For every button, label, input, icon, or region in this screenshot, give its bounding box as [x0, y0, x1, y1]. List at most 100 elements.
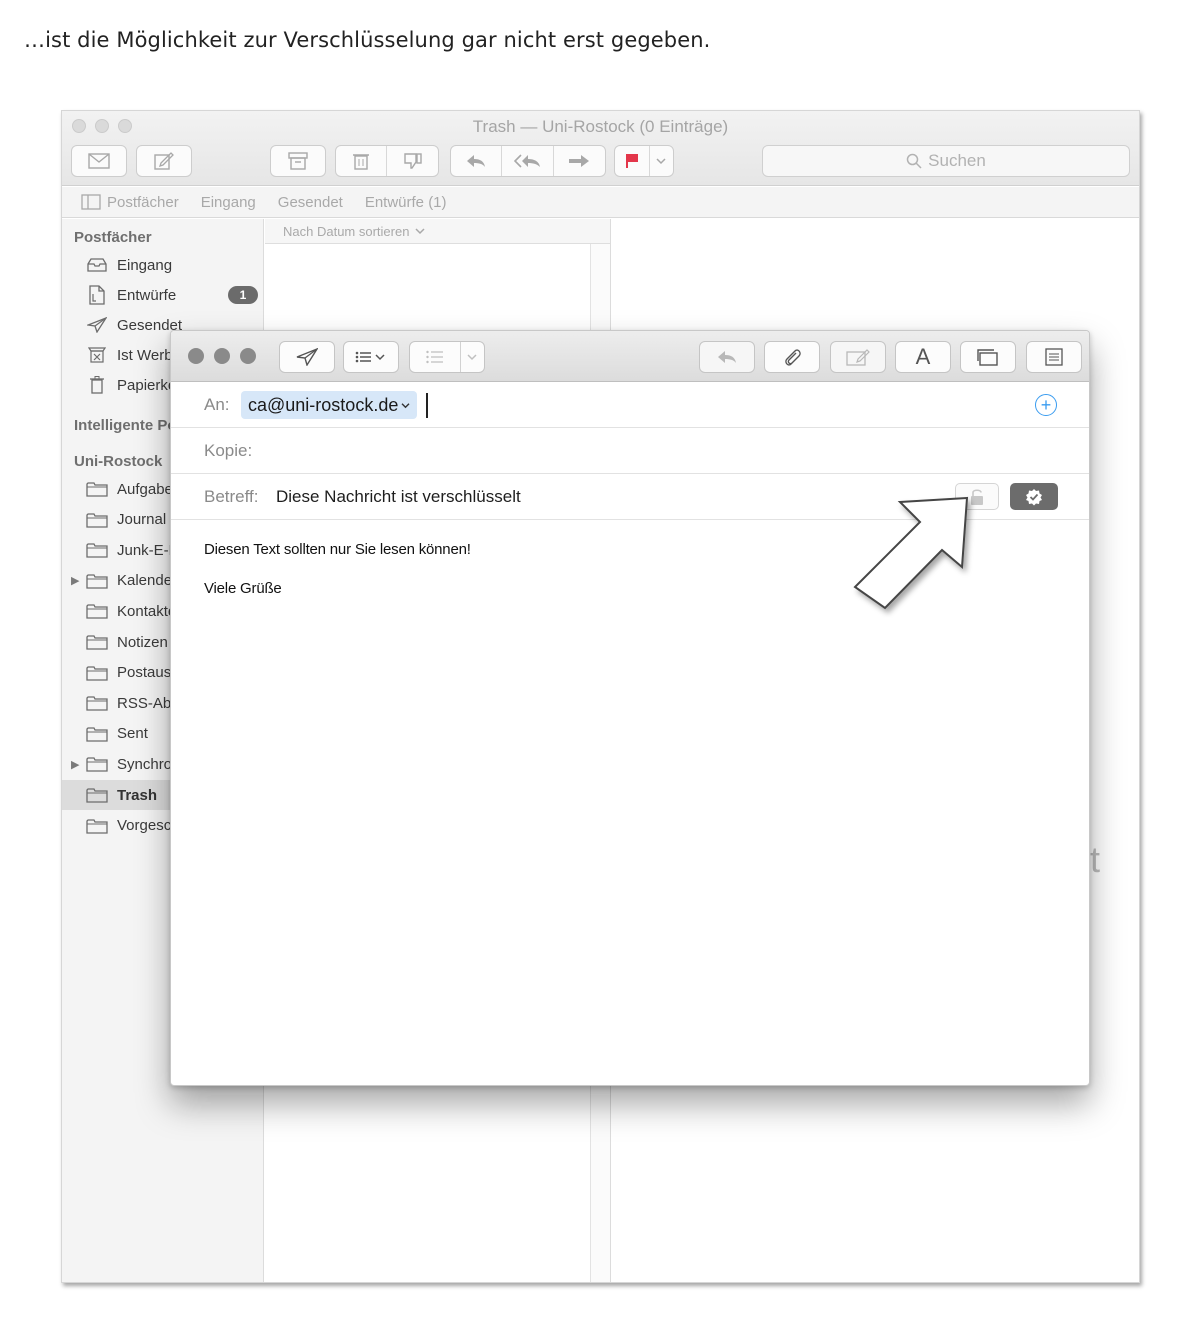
reply-button[interactable]: [451, 146, 503, 176]
folder-icon: [86, 786, 108, 804]
minimize-compose-button[interactable]: [214, 348, 230, 364]
delete-button[interactable]: [336, 146, 388, 176]
cc-label: Kopie:: [204, 441, 253, 460]
text-caret: [426, 393, 428, 418]
unread-count-badge: 1: [228, 286, 258, 304]
attach-button[interactable]: [764, 341, 820, 373]
chevron-down-icon: [401, 402, 410, 408]
chevron-down-icon: [415, 228, 425, 235]
favorites-inbox[interactable]: Eingang: [201, 194, 256, 211]
markup-photo-button[interactable]: [830, 341, 886, 373]
archive-box-icon: [288, 152, 308, 170]
reply-all-button[interactable]: [502, 146, 554, 176]
folder-icon: [86, 755, 108, 773]
sidebar-item-label: Kalender: [117, 572, 178, 590]
sidebar-item-label: Trash: [117, 786, 158, 804]
sign-toggle-button[interactable]: [1010, 483, 1058, 510]
windows-stack-icon: [977, 349, 998, 366]
show-stationery-button[interactable]: [960, 341, 1016, 373]
search-field[interactable]: Suchen: [762, 145, 1130, 177]
format-list-menu-button[interactable]: [461, 342, 484, 372]
favorites-drafts[interactable]: Entwürfe (1): [365, 194, 447, 211]
trash-can-icon: [86, 376, 108, 394]
folder-icon: [86, 541, 108, 559]
sidebar-item-label: Journal: [117, 511, 167, 529]
message-body-line[interactable]: Viele Grüße: [204, 580, 282, 597]
sidebar-item-label: Sent: [117, 725, 148, 743]
flag-menu-button[interactable]: [650, 146, 673, 176]
cc-field-row[interactable]: Kopie:: [171, 428, 1089, 474]
thumbs-down-icon: [403, 153, 422, 169]
paper-plane-icon: [86, 316, 108, 334]
close-compose-button[interactable]: [188, 348, 204, 364]
sidebar-item-label: Kontakte: [117, 602, 177, 620]
magnifier-icon: [906, 153, 922, 169]
forward-button[interactable]: [554, 146, 605, 176]
sidebar-item-drafts[interactable]: Entwürfe 1: [62, 280, 264, 310]
sidebar-item-label: Eingang: [117, 256, 173, 274]
compose-icon: [154, 152, 174, 170]
compose-new-button[interactable]: [136, 145, 192, 177]
zoom-compose-button[interactable]: [240, 348, 256, 364]
photo-markup-icon: [846, 349, 870, 366]
folder-icon: [86, 725, 108, 743]
delete-junk-group: [335, 145, 439, 177]
main-titlebar: Trash — Uni-Rostock (0 Einträge) Suchen: [62, 111, 1139, 186]
sidebar-item-label: Entwürfe: [117, 286, 177, 304]
folder-icon: [86, 633, 108, 651]
subject-label: Betreff:: [204, 487, 259, 506]
folder-icon: [86, 572, 108, 590]
favorites-mailboxes-toggle[interactable]: Postfächer: [81, 194, 179, 211]
disclosure-triangle-icon[interactable]: ▶: [71, 574, 79, 587]
folder-icon: [86, 664, 108, 682]
folder-icon: [86, 602, 108, 620]
forward-arrow-icon: [569, 155, 590, 167]
format-list-button[interactable]: [410, 342, 461, 372]
chevron-down-icon: [467, 354, 477, 361]
sort-menu[interactable]: Nach Datum sortieren: [265, 219, 610, 244]
sidebar-item-inbox[interactable]: Eingang: [62, 250, 264, 280]
add-recipient-plus-icon[interactable]: +: [1035, 394, 1057, 416]
recipient-token[interactable]: ca@uni-rostock.de: [241, 391, 418, 419]
folder-icon: [86, 511, 108, 529]
inbox-icon: [86, 256, 108, 274]
archive-button[interactable]: [270, 145, 326, 177]
photo-browser-button[interactable]: [1026, 341, 1082, 373]
junk-button[interactable]: [387, 146, 438, 176]
send-button[interactable]: [279, 341, 335, 373]
pointer-arrow-annotation: [853, 496, 969, 610]
chevron-down-icon: [656, 158, 666, 165]
sidebar-item-label: Notizen: [117, 633, 168, 651]
message-body-line[interactable]: Diesen Text sollten nur Sie lesen können…: [204, 541, 471, 558]
media-browser-icon: [1045, 348, 1063, 366]
paper-plane-icon: [296, 348, 318, 366]
search-placeholder: Suchen: [928, 151, 986, 170]
favorites-bar: Postfächer Eingang Gesendet Entwürfe (1): [62, 187, 1139, 218]
header-fields-menu-button[interactable]: [343, 341, 399, 373]
sidebar-section-mailboxes: Postfächer: [74, 229, 152, 246]
list-options-icon: [355, 351, 385, 363]
compose-reply-button[interactable]: [699, 341, 755, 373]
paperclip-icon: [785, 349, 801, 366]
disclosure-triangle-icon[interactable]: ▶: [71, 758, 79, 771]
font-button[interactable]: A: [895, 341, 951, 373]
reply-arrow-icon: [467, 155, 486, 167]
get-mail-button[interactable]: [71, 145, 127, 177]
reply-all-icon: [513, 154, 540, 168]
junk-icon: [86, 346, 108, 364]
favorites-mailboxes-label: Postfächer: [107, 193, 179, 211]
sort-label: Nach Datum sortieren: [283, 223, 410, 239]
favorites-sent[interactable]: Gesendet: [278, 194, 343, 211]
compose-toolbar: A: [171, 331, 1089, 382]
window-title: Trash — Uni-Rostock (0 Einträge): [472, 117, 729, 136]
draft-document-icon: [86, 285, 108, 305]
flag-button[interactable]: [615, 146, 650, 176]
subject-input[interactable]: Diese Nachricht ist verschlüsselt: [276, 487, 521, 507]
folder-icon: [86, 480, 108, 498]
compose-window-controls: [188, 348, 256, 364]
trash-icon: [353, 154, 369, 170]
sidebar-toggle-icon: [81, 194, 101, 210]
envelope-icon: [88, 153, 110, 169]
flag-group: [614, 145, 674, 177]
signature-seal-icon: [1026, 488, 1042, 505]
